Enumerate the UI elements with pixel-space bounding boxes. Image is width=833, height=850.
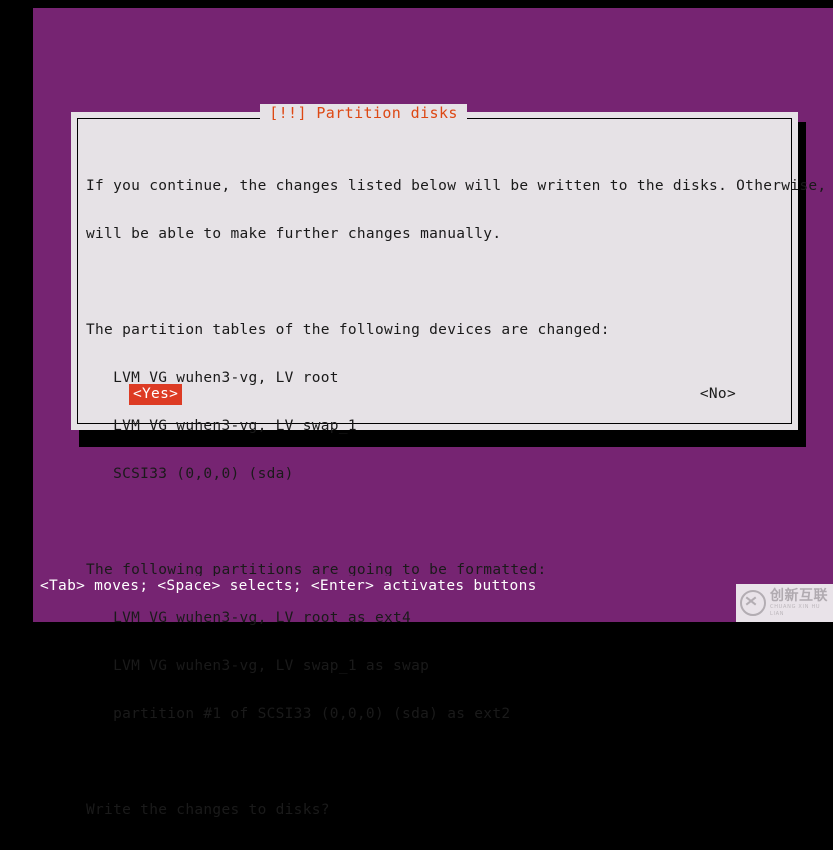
intro-line-1: If you continue, the changes listed belo…	[86, 178, 833, 194]
intro-line-2: will be able to make further changes man…	[86, 226, 502, 242]
watermark: 创新互联 CHUANG XIN HU LIAN	[736, 584, 833, 622]
confirm-question: Write the changes to disks?	[86, 802, 330, 818]
formatted-partition-item: partition #1 of SCSI33 (0,0,0) (sda) as …	[86, 706, 511, 722]
dialog-button-row: <Yes> <No>	[86, 384, 783, 406]
partition-disks-dialog: If you continue, the changes listed belo…	[71, 112, 826, 818]
changed-device-item: SCSI33 (0,0,0) (sda)	[86, 466, 294, 482]
status-bar: <Tab> moves; <Space> selects; <Enter> ac…	[33, 576, 833, 596]
changed-devices-heading: The partition tables of the following de…	[86, 322, 610, 338]
circle-x-logo-icon	[740, 590, 766, 616]
watermark-chinese-label: 创新互联	[770, 587, 828, 604]
no-button[interactable]: <No>	[696, 384, 740, 405]
yes-button[interactable]: <Yes>	[129, 384, 183, 405]
watermark-pinyin-label: CHUANG XIN HU LIAN	[770, 603, 821, 617]
watermark-text: 创新互联 CHUANG XIN HU LIAN	[770, 587, 833, 618]
dialog-body-text: If you continue, the changes listed belo…	[86, 146, 833, 850]
changed-device-item: LVM VG wuhen3-vg, LV swap_1	[86, 418, 357, 434]
formatted-partition-item: LVM VG wuhen3-vg, LV swap_1 as swap	[86, 658, 430, 674]
terminal-screen: If you continue, the changes listed belo…	[0, 0, 833, 818]
formatted-partition-item: LVM VG wuhen3-vg, LV root as ext4	[86, 610, 412, 626]
